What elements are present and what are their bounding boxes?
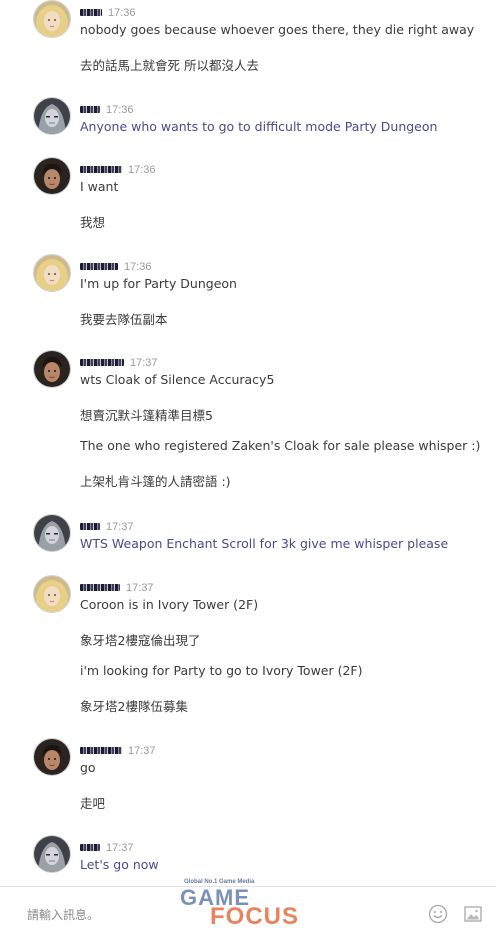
message-text: The one who registered Zaken's Cloak for…: [80, 438, 481, 453]
message-text: I'm up for Party Dungeon: [80, 276, 237, 291]
message-header: 17:36: [80, 256, 152, 273]
username-redacted[interactable]: [80, 844, 100, 851]
message-text: 想賣沉默斗篷精準目標5: [80, 408, 213, 423]
message-text: Anyone who wants to go to difficult mode…: [80, 119, 438, 134]
message-timestamp: 17:36: [106, 103, 134, 116]
message-text: 去的話馬上就會死 所以都沒人去: [80, 58, 259, 73]
smiley-icon[interactable]: [428, 904, 448, 924]
dark-elf-avatar[interactable]: [33, 97, 71, 135]
message-text: 象牙塔2樓寇倫出現了: [80, 633, 201, 648]
message-text: 上架札肯斗篷的人請密語 :): [80, 474, 231, 489]
message-text: I want: [80, 179, 119, 194]
message-text: Let's go now: [80, 857, 159, 872]
message-header: 17:36: [80, 2, 136, 19]
dark-haired-male-avatar[interactable]: [33, 738, 71, 776]
dark-haired-male-avatar[interactable]: [33, 157, 71, 195]
username-redacted[interactable]: [80, 166, 122, 173]
username-redacted[interactable]: [80, 523, 100, 530]
message-text: Coroon is in Ivory Tower (2F): [80, 597, 259, 612]
username-redacted[interactable]: [80, 747, 122, 754]
message-timestamp: 17:37: [106, 841, 134, 854]
message-text: nobody goes because whoever goes there, …: [80, 22, 475, 37]
message-header: 17:36: [80, 99, 134, 116]
dark-elf-avatar[interactable]: [33, 514, 71, 552]
message-text: 我想: [80, 215, 106, 230]
gamefocus-watermark: Global No.1 Game Media GAME FOCUS: [180, 879, 325, 930]
message-timestamp: 17:37: [130, 356, 158, 369]
username-redacted[interactable]: [80, 584, 120, 591]
message-header: 17:37: [80, 740, 156, 757]
message-text: WTS Weapon Enchant Scroll for 3k give me…: [80, 536, 449, 551]
blonde-elf-avatar[interactable]: [33, 254, 71, 292]
blonde-elf-avatar[interactable]: [33, 575, 71, 613]
username-redacted[interactable]: [80, 9, 102, 16]
message-text: 我要去隊伍副本: [80, 312, 168, 327]
message-text: wts Cloak of Silence Accuracy5: [80, 372, 275, 387]
message-text: i'm looking for Party to go to Ivory Tow…: [80, 663, 363, 678]
message-timestamp: 17:37: [126, 581, 154, 594]
message-text: 走吧: [80, 796, 106, 811]
blonde-elf-avatar[interactable]: [33, 0, 71, 38]
username-redacted[interactable]: [80, 106, 100, 113]
message-text: go: [80, 760, 96, 775]
username-redacted[interactable]: [80, 359, 124, 366]
message-header: 17:37: [80, 837, 134, 854]
image-icon[interactable]: [463, 904, 483, 924]
message-timestamp: 17:36: [108, 6, 136, 19]
dark-haired-male-avatar[interactable]: [33, 350, 71, 388]
watermark-word-focus: FOCUS: [210, 903, 299, 930]
message-header: 17:36: [80, 159, 156, 176]
message-header: 17:37: [80, 352, 158, 369]
message-timestamp: 17:37: [106, 520, 134, 533]
message-text: 象牙塔2樓隊伍募集: [80, 699, 188, 714]
message-header: 17:37: [80, 577, 154, 594]
message-header: 17:37: [80, 516, 134, 533]
message-timestamp: 17:36: [124, 260, 152, 273]
message-timestamp: 17:36: [128, 163, 156, 176]
chat-log[interactable]: 17:36 nobody goes because whoever goes th…: [0, 0, 496, 886]
message-timestamp: 17:37: [128, 744, 156, 757]
dark-elf-avatar[interactable]: [33, 835, 71, 873]
username-redacted[interactable]: [80, 263, 118, 270]
